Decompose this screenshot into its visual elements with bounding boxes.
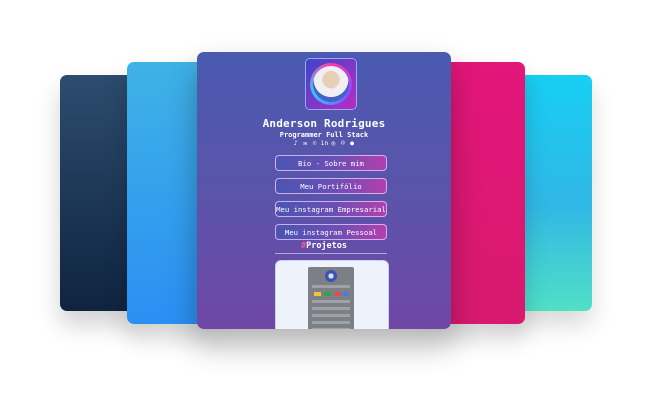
- whatsapp-icon[interactable]: ✆: [311, 140, 318, 147]
- project-preview-screenshot: [308, 267, 354, 329]
- linkedin-icon[interactable]: in: [321, 140, 329, 147]
- preview-bar: [312, 300, 350, 303]
- profile-card: Anderson Rodrigues Programmer Full Stack…: [197, 52, 451, 329]
- social-links: ♪ ✉ ✆ in ◎ ☺ ●: [197, 140, 451, 147]
- background-card-pink: [440, 62, 525, 324]
- preview-bar: [312, 307, 350, 310]
- preview-bar: [312, 321, 350, 324]
- projects-heading: #Projetos: [197, 241, 451, 251]
- projects-title: Projetos: [306, 241, 348, 251]
- divider: [275, 253, 387, 254]
- bio-button[interactable]: Bio - Sobre mim: [275, 155, 387, 171]
- github-icon[interactable]: ●: [349, 140, 356, 147]
- instagram-icon[interactable]: ◎: [330, 140, 337, 147]
- instagram-business-button[interactable]: Meu instagram Empresarial: [275, 201, 387, 217]
- preview-avatar: [325, 270, 337, 282]
- project-preview-card[interactable]: [275, 260, 389, 329]
- tiktok-icon[interactable]: ♪: [292, 140, 299, 147]
- preview-bar: [312, 314, 350, 317]
- profile-subtitle: Programmer Full Stack: [279, 131, 369, 139]
- preview-bar: [312, 328, 350, 329]
- instagram-personal-button[interactable]: Meu instagram Pessoal: [275, 224, 387, 240]
- avatar-ring: [310, 63, 352, 105]
- preview-dots: [314, 292, 348, 296]
- avatar: [306, 59, 356, 109]
- portfolio-button[interactable]: Meu Portifólio: [275, 178, 387, 194]
- mail-icon[interactable]: ✉: [302, 140, 309, 147]
- preview-bar: [312, 285, 350, 288]
- profile-name: Anderson Rodrigues: [262, 117, 386, 130]
- discord-icon[interactable]: ☺: [339, 140, 346, 147]
- avatar-photo: [313, 66, 349, 102]
